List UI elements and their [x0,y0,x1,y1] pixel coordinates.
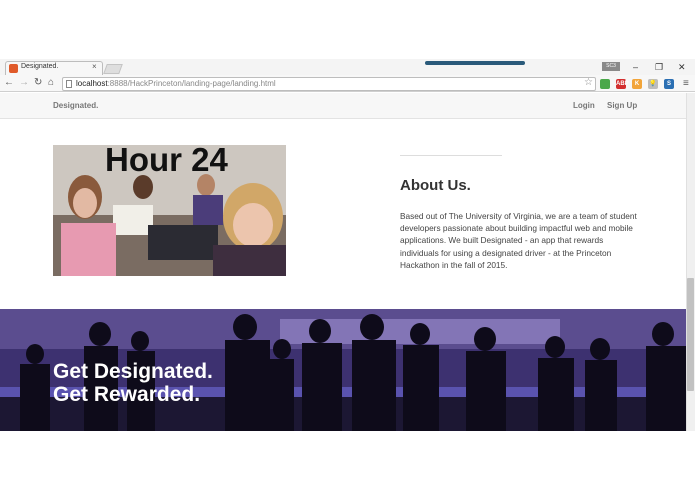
scrollbar-thumb[interactable] [687,278,694,391]
bookmark-star-icon[interactable]: ☆ [584,77,593,88]
banner-headline-line1: Get Designated. [53,360,213,383]
close-window-button[interactable]: ✕ [678,62,686,73]
login-link[interactable]: Login [573,101,595,110]
menu-icon[interactable]: ≡ [683,78,689,89]
favicon-icon [9,64,18,73]
minimize-button[interactable]: – [633,62,638,72]
chrome-colors-extension-icon[interactable] [600,79,610,89]
section-divider [400,155,502,156]
home-icon[interactable]: ⌂ [48,77,54,88]
about-body: Based out of The University of Virginia,… [400,211,637,270]
url-text[interactable]: localhost:8888/HackPrinceton/landing-pag… [76,79,276,88]
s-extension-icon[interactable]: S [664,79,674,89]
url-path: :8888/HackPrinceton/landing-page/landing… [107,79,276,88]
photo-caption: Hour 24 [105,141,228,178]
lightbulb-extension-icon[interactable]: 💡 [648,79,658,89]
reload-icon[interactable]: ↻ [34,77,42,88]
page-icon [66,80,72,88]
loading-indicator [425,61,525,65]
adblock-extension-icon[interactable]: ABP [616,79,629,89]
banner-headline-line2: Get Rewarded. [53,383,201,406]
profile-button[interactable]: SC3 [602,62,620,71]
forward-icon[interactable]: → [19,77,29,88]
tab-close-icon[interactable]: × [92,62,97,71]
url-host: localhost [76,79,108,88]
signup-link[interactable]: Sign Up [607,101,637,110]
restore-button[interactable]: ❐ [655,62,663,73]
about-heading: About Us. [400,177,471,194]
brand-logo[interactable]: Designated. [53,101,98,110]
back-icon[interactable]: ← [4,77,14,88]
keep-extension-icon[interactable]: K [632,79,642,89]
tab-title: Designated. [21,63,59,70]
